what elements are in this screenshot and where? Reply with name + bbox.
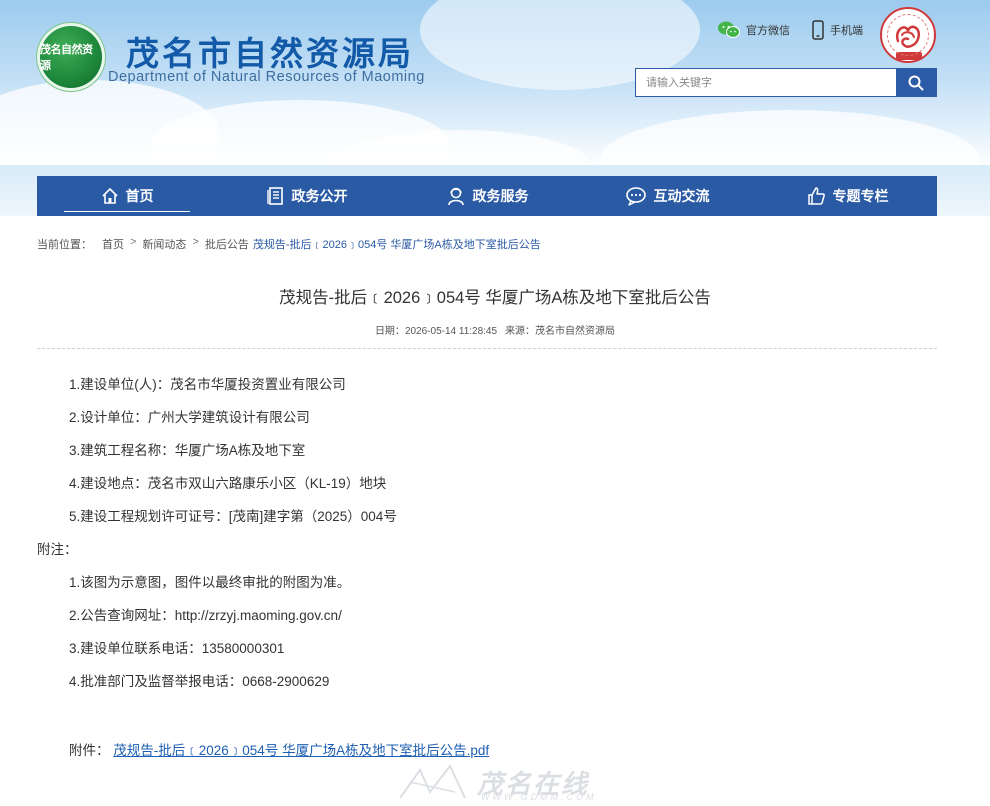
article-source: 茂名市自然资源局	[535, 326, 616, 337]
wechat-link-label: 官方微信	[746, 25, 790, 37]
home-icon	[101, 188, 118, 204]
mobile-link-label: 手机端	[830, 25, 863, 37]
note-line: 1.该图为示意图，图件以最终审批的附图为准。	[69, 575, 351, 590]
nav-item-special-topics[interactable]: 专题专栏	[757, 176, 937, 216]
breadcrumb-current: 茂规告-批后﹝2026﹞054号 华厦广场A栋及地下室批后公告	[252, 239, 541, 251]
document-icon	[266, 187, 283, 205]
maoming-seal-logo	[880, 7, 936, 63]
breadcrumb-separator: >	[130, 236, 137, 248]
main-nav: 首页 政务公开 政务服务 互动交流 专题专栏	[37, 176, 937, 216]
search-icon	[908, 75, 924, 90]
note-line: 3.建设单位联系电话：13580000301	[69, 641, 285, 656]
mobile-phone-icon	[812, 20, 824, 40]
thumbs-up-icon	[807, 187, 825, 205]
note-line: 2.公告查询网址：http://zrzyj.maoming.gov.cn/	[69, 608, 342, 623]
article-meta: 日期：2026-05-14 11:28:45 来源：茂名市自然资源局	[0, 322, 990, 337]
mobile-link[interactable]: 手机端	[812, 20, 863, 40]
article-line: 4.建设地点：茂名市双山六路康乐小区（KL-19）地块	[69, 476, 387, 491]
attachment: 附件： 茂规告-批后﹝2026﹞054号 华厦广场A栋及地下室批后公告.pdf	[69, 739, 489, 759]
nav-item-interaction[interactable]: 互动交流	[577, 176, 757, 216]
article-line: 5.建设工程规划许可证号：[茂南]建字第（2025）004号	[69, 509, 397, 524]
nav-item-government-services[interactable]: 政务服务	[397, 176, 577, 216]
nav-item-label: 互动交流	[653, 188, 710, 204]
search-input[interactable]	[636, 69, 896, 96]
note-line: 4.批准部门及监督举报电话：0668-2900629	[69, 674, 330, 689]
source-label: 来源：	[505, 326, 536, 337]
breadcrumb-announcements[interactable]: 批后公告	[205, 236, 249, 252]
breadcrumb: 当前位置： 首页 > 新闻动态 > 批后公告 茂规告-批后﹝2026﹞054号 …	[37, 236, 541, 252]
breadcrumb-news[interactable]: 新闻动态	[142, 236, 186, 252]
nav-item-label: 政务服务	[472, 188, 529, 204]
article-divider	[37, 348, 937, 349]
article-date: 2026-05-14 11:28:45	[404, 326, 498, 337]
chat-icon	[625, 187, 646, 206]
site-logo[interactable]: 茂名自然资源	[40, 26, 102, 88]
breadcrumb-separator: >	[192, 236, 199, 248]
date-label: 日期：	[374, 326, 405, 337]
wechat-link[interactable]: 官方微信	[718, 21, 790, 39]
article-body: 1.建设单位(人)：茂名市华厦投资置业有限公司 2.设计单位：广州大学建筑设计有…	[37, 374, 937, 704]
nav-item-home[interactable]: 首页	[37, 176, 217, 216]
service-person-icon	[447, 187, 464, 206]
nav-item-government-affairs[interactable]: 政务公开	[217, 176, 397, 216]
article-line: 1.建设单位(人)：茂名市华厦投资置业有限公司	[69, 377, 346, 392]
watermark-logo-icon	[399, 764, 466, 799]
search-button[interactable]	[896, 69, 936, 96]
wechat-icon	[718, 21, 740, 38]
logo-text: 茂名自然资源	[40, 43, 93, 72]
watermark-url: WWW.GDMM.COM	[481, 792, 597, 802]
site-subtitle: Department of Natural Resources of Maomi…	[108, 69, 425, 85]
site-title: 茂名市自然资源局	[126, 34, 414, 73]
article-line: 3.建筑工程名称：华厦广场A栋及地下室	[69, 443, 306, 458]
breadcrumb-home[interactable]: 首页	[102, 236, 124, 252]
seal-emblem-icon	[895, 25, 921, 48]
watermark: 茂名在线 WWW.GDMM.COM	[395, 762, 605, 804]
notes-label: 附注：	[37, 542, 78, 557]
nav-item-label: 政务公开	[291, 188, 348, 204]
nav-item-label: 专题专栏	[832, 188, 889, 204]
article-title: 茂规告-批后﹝2026﹞054号 华厦广场A栋及地下室批后公告	[279, 289, 711, 307]
search-box	[635, 68, 937, 97]
attachment-label: 附件：	[69, 743, 110, 758]
article-line: 2.设计单位：广州大学建筑设计有限公司	[69, 410, 310, 425]
attachment-link[interactable]: 茂规告-批后﹝2026﹞054号 华厦广场A栋及地下室批后公告.pdf	[113, 743, 489, 758]
top-links: 官方微信 手机端	[718, 20, 863, 40]
nav-item-label: 首页	[125, 188, 154, 204]
breadcrumb-label: 当前位置：	[37, 239, 92, 251]
seal-ribbon	[896, 52, 922, 60]
